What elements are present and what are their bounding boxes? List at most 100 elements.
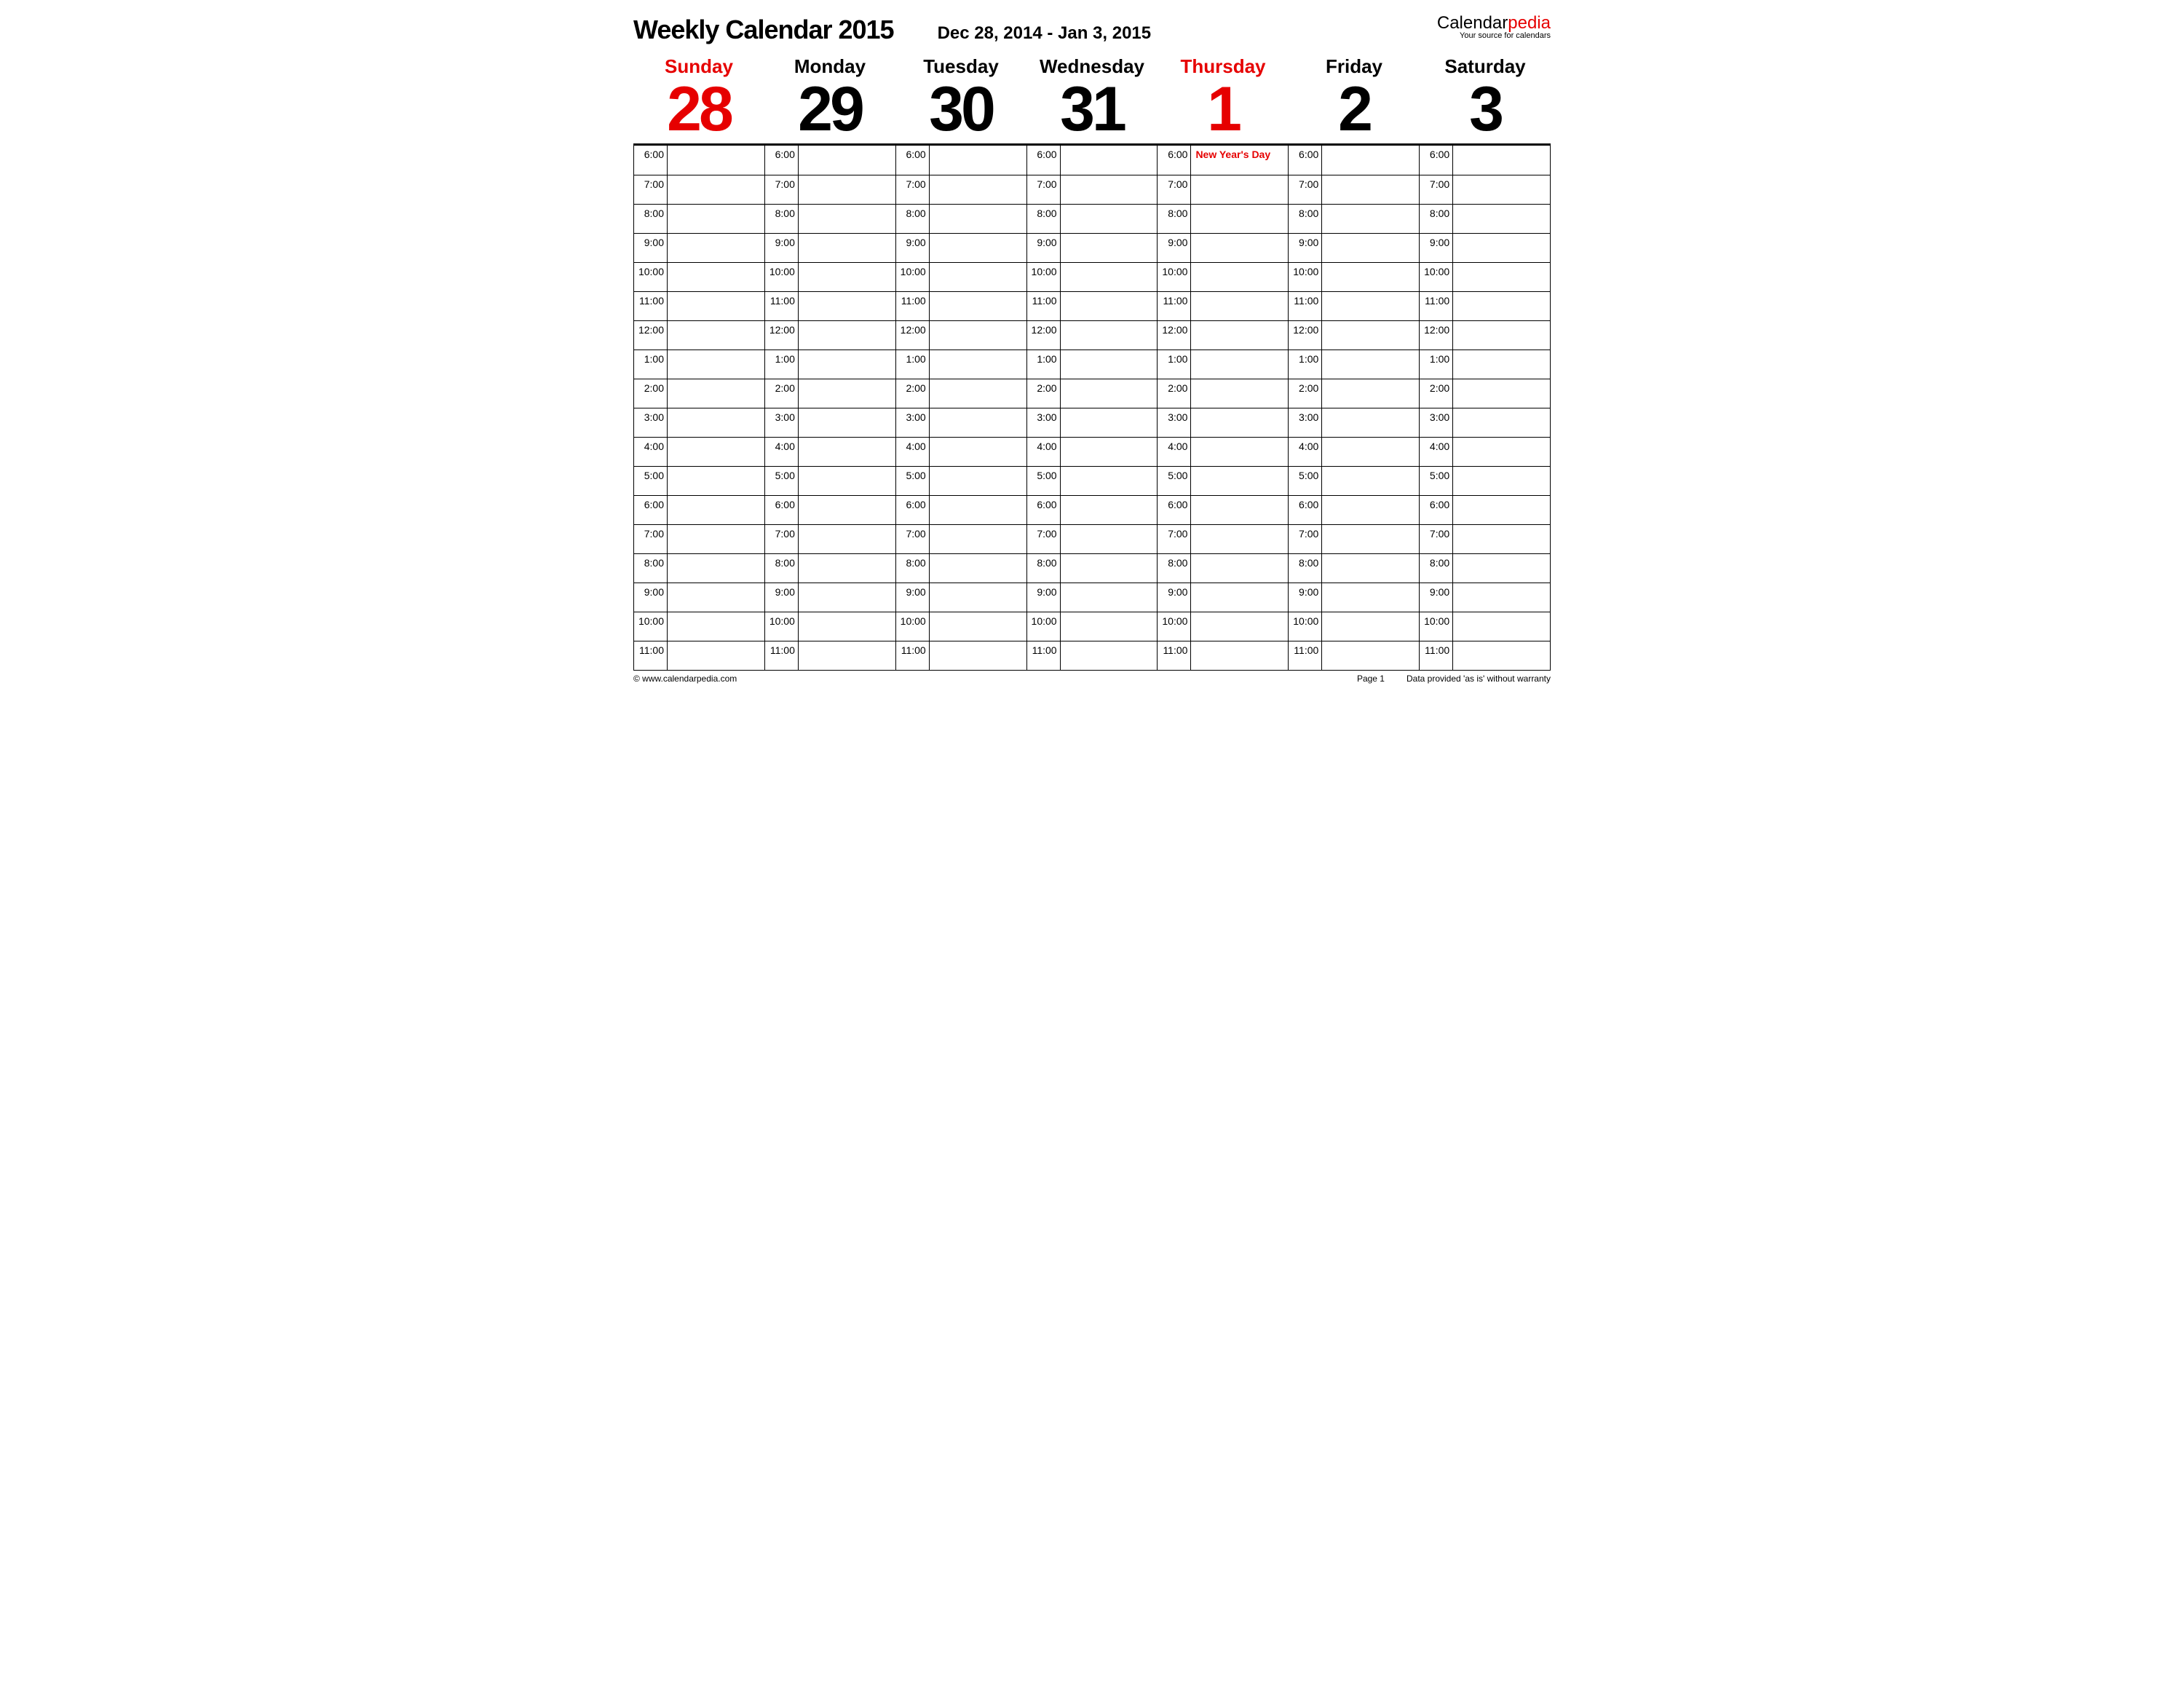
time-cell[interactable]: 10:00 [1288, 263, 1419, 291]
time-cell[interactable]: 9:00 [895, 583, 1026, 612]
time-cell[interactable]: 8:00 [1157, 554, 1288, 583]
time-cell[interactable]: 10:00 [1026, 612, 1158, 641]
event-slot[interactable] [930, 321, 1026, 350]
event-slot[interactable] [1191, 554, 1288, 583]
time-cell[interactable]: 6:00 [1288, 146, 1419, 175]
event-slot[interactable] [930, 408, 1026, 437]
event-slot[interactable] [930, 263, 1026, 291]
time-cell[interactable]: 3:00 [764, 408, 895, 437]
event-slot[interactable] [799, 554, 895, 583]
time-cell[interactable]: 6:00 [1026, 496, 1158, 524]
time-cell[interactable]: 9:00 [1157, 234, 1288, 262]
event-slot[interactable] [1191, 467, 1288, 495]
event-slot[interactable] [1453, 292, 1550, 320]
time-cell[interactable]: 11:00 [1419, 292, 1550, 320]
event-slot[interactable] [1453, 525, 1550, 553]
time-cell[interactable]: 10:00 [895, 612, 1026, 641]
event-slot[interactable] [1453, 379, 1550, 408]
time-cell[interactable]: 11:00 [895, 641, 1026, 670]
time-cell[interactable]: 9:00 [634, 234, 764, 262]
time-cell[interactable]: 5:00 [634, 467, 764, 495]
time-cell[interactable]: 5:00 [764, 467, 895, 495]
event-slot[interactable] [930, 467, 1026, 495]
event-slot[interactable] [1191, 496, 1288, 524]
time-cell[interactable]: 6:00New Year's Day [1157, 146, 1288, 175]
time-cell[interactable]: 12:00 [1419, 321, 1550, 350]
time-cell[interactable]: 4:00 [1288, 438, 1419, 466]
time-cell[interactable]: 5:00 [1419, 467, 1550, 495]
time-cell[interactable]: 3:00 [634, 408, 764, 437]
event-slot[interactable] [930, 583, 1026, 612]
event-slot[interactable] [1061, 175, 1158, 204]
time-cell[interactable]: 8:00 [634, 554, 764, 583]
time-cell[interactable]: 8:00 [1419, 205, 1550, 233]
time-cell[interactable]: 11:00 [1288, 292, 1419, 320]
event-slot[interactable] [1453, 175, 1550, 204]
time-cell[interactable]: 11:00 [634, 292, 764, 320]
event-slot[interactable] [1191, 438, 1288, 466]
time-cell[interactable]: 11:00 [634, 641, 764, 670]
event-slot[interactable] [1061, 525, 1158, 553]
time-cell[interactable]: 8:00 [895, 205, 1026, 233]
event-slot[interactable] [1061, 496, 1158, 524]
event-slot[interactable] [1322, 408, 1419, 437]
time-cell[interactable]: 6:00 [1419, 146, 1550, 175]
event-slot[interactable] [1061, 350, 1158, 379]
time-cell[interactable]: 2:00 [895, 379, 1026, 408]
time-cell[interactable]: 9:00 [634, 583, 764, 612]
time-cell[interactable]: 7:00 [764, 175, 895, 204]
event-slot[interactable] [799, 234, 895, 262]
event-slot[interactable] [1061, 467, 1158, 495]
time-cell[interactable]: 5:00 [1026, 467, 1158, 495]
time-cell[interactable]: 9:00 [764, 583, 895, 612]
event-slot[interactable] [1322, 467, 1419, 495]
event-slot[interactable] [1453, 146, 1550, 175]
time-cell[interactable]: 1:00 [1419, 350, 1550, 379]
time-cell[interactable]: 11:00 [1026, 292, 1158, 320]
event-slot[interactable] [1061, 583, 1158, 612]
time-cell[interactable]: 3:00 [1288, 408, 1419, 437]
time-cell[interactable]: 3:00 [895, 408, 1026, 437]
time-cell[interactable]: 10:00 [1288, 612, 1419, 641]
time-cell[interactable]: 1:00 [1288, 350, 1419, 379]
time-cell[interactable]: 11:00 [764, 641, 895, 670]
time-cell[interactable]: 7:00 [895, 175, 1026, 204]
event-slot[interactable] [1453, 554, 1550, 583]
time-cell[interactable]: 11:00 [1157, 292, 1288, 320]
event-slot[interactable] [930, 205, 1026, 233]
event-slot[interactable] [1061, 408, 1158, 437]
time-cell[interactable]: 3:00 [1157, 408, 1288, 437]
event-slot[interactable] [799, 205, 895, 233]
event-slot[interactable] [799, 292, 895, 320]
event-slot[interactable] [668, 263, 764, 291]
event-slot[interactable] [668, 321, 764, 350]
event-slot[interactable] [1061, 612, 1158, 641]
time-cell[interactable]: 6:00 [895, 146, 1026, 175]
event-slot[interactable] [1453, 205, 1550, 233]
event-slot[interactable] [1191, 350, 1288, 379]
event-slot[interactable] [1453, 438, 1550, 466]
time-cell[interactable]: 9:00 [1026, 583, 1158, 612]
time-cell[interactable]: 10:00 [1157, 612, 1288, 641]
event-slot[interactable] [930, 146, 1026, 175]
event-slot[interactable] [799, 525, 895, 553]
time-cell[interactable]: 11:00 [1157, 641, 1288, 670]
event-slot[interactable] [799, 321, 895, 350]
time-cell[interactable]: 9:00 [1419, 234, 1550, 262]
time-cell[interactable]: 2:00 [1026, 379, 1158, 408]
event-slot[interactable] [668, 379, 764, 408]
event-slot[interactable] [1322, 234, 1419, 262]
time-cell[interactable]: 6:00 [1026, 146, 1158, 175]
event-slot[interactable] [930, 234, 1026, 262]
event-slot[interactable] [1061, 205, 1158, 233]
event-slot[interactable] [1453, 263, 1550, 291]
event-slot[interactable] [799, 467, 895, 495]
time-cell[interactable]: 1:00 [764, 350, 895, 379]
time-cell[interactable]: 8:00 [634, 205, 764, 233]
event-slot[interactable] [1191, 641, 1288, 670]
event-slot[interactable] [1191, 612, 1288, 641]
time-cell[interactable]: 10:00 [634, 263, 764, 291]
event-slot[interactable] [1322, 205, 1419, 233]
time-cell[interactable]: 11:00 [1288, 641, 1419, 670]
time-cell[interactable]: 6:00 [764, 146, 895, 175]
